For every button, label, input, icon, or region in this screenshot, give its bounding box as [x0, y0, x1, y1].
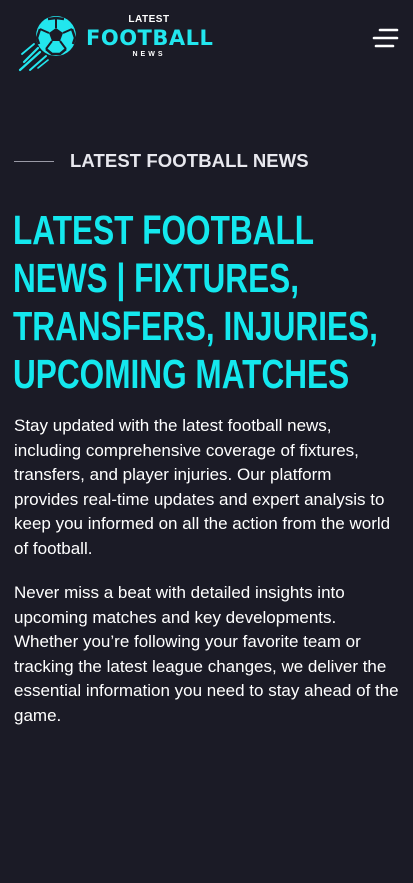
site-logo[interactable]: LATEST FOOTBALL NEWS: [18, 10, 218, 72]
eyebrow-text: LATEST FOOTBALL NEWS: [70, 150, 309, 171]
hamburger-menu-button[interactable]: [371, 26, 399, 52]
intro-paragraph-2: Never miss a beat with detailed insights…: [14, 583, 399, 725]
eyebrow-divider-line: [14, 160, 54, 162]
intro-paragraph-1: Stay updated with the latest football ne…: [14, 416, 391, 558]
logo-main-text: FOOTBALL: [86, 26, 214, 50]
page-title: LATEST FOOTBALL NEWS | FIXTURES, TRANSFE…: [13, 207, 378, 397]
logo-sub-text: NEWS: [132, 51, 166, 58]
site-header: LATEST FOOTBALL NEWS: [0, 0, 413, 80]
eyebrow: LATEST FOOTBALL NEWS: [14, 148, 309, 174]
football-icon: [18, 16, 77, 72]
hamburger-menu-icon: [372, 28, 399, 48]
logo-top-text: LATEST: [128, 14, 170, 25]
logo-wordmark: LATEST FOOTBALL NEWS: [86, 14, 214, 60]
